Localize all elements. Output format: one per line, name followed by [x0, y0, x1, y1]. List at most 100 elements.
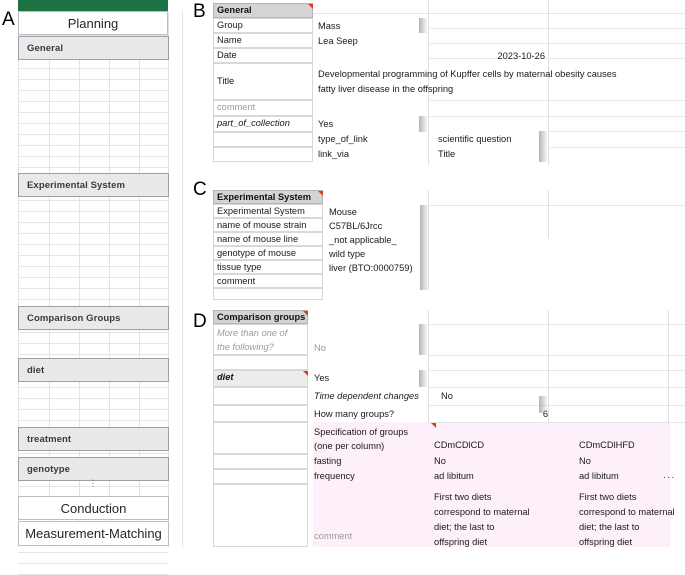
- field-label-more-than-one: More than one of the following?: [213, 324, 308, 355]
- sidebar-item-treatment[interactable]: treatment: [18, 427, 169, 451]
- grid-row-line: [18, 112, 168, 113]
- grid-row-line: [18, 68, 168, 69]
- section-header-comparison-groups[interactable]: Comparison groups: [213, 310, 308, 324]
- subfield-value[interactable]: Title: [435, 148, 575, 161]
- grid-row-line: [428, 355, 685, 356]
- grid-row-line: [18, 79, 168, 80]
- planning-workbook-panel: Planning General Experimental System Com…: [18, 0, 190, 575]
- field-label: comment: [213, 100, 313, 116]
- grid-row-line: [18, 211, 168, 212]
- grid-row-line: [428, 387, 685, 388]
- field-label: genotype of mouse: [213, 246, 323, 260]
- grid-row-line: [18, 123, 168, 124]
- column-overflow-shadow: [539, 131, 548, 162]
- grid-row-line: [18, 277, 168, 278]
- comment-label: comment: [314, 531, 353, 541]
- grid-row-line: [18, 552, 168, 553]
- comment-marker-icon: [308, 4, 313, 9]
- field-label: tissue type: [213, 260, 323, 274]
- grid-row-line: [18, 145, 168, 146]
- field-label-diet[interactable]: diet: [213, 370, 308, 387]
- grid-row-line: [18, 90, 168, 91]
- panel-d-letter: D: [193, 311, 207, 332]
- comment-marker-icon: [303, 311, 308, 316]
- group-column-name[interactable]: CDmCDlCD: [431, 439, 571, 452]
- comment-marker-icon: [318, 191, 323, 196]
- field-label: Date: [213, 48, 313, 63]
- subfield-label: fasting: [314, 456, 342, 466]
- subfield-value[interactable]: No: [438, 390, 518, 403]
- group-comment[interactable]: First two diets correspond to maternal d…: [431, 489, 571, 549]
- grid-row-line: [18, 134, 168, 135]
- field-label: name of mouse strain: [213, 218, 323, 232]
- grid-row-line: [18, 420, 168, 421]
- field-label: Experimental System: [213, 204, 323, 218]
- grid-row-line: [18, 299, 168, 300]
- more-columns-ellipsis-icon: ...: [663, 470, 676, 481]
- experimental-system-sheet: Experimental System Experimental System …: [213, 190, 685, 300]
- section-header-experimental-system[interactable]: Experimental System: [213, 190, 323, 204]
- field-value-more-than-one[interactable]: No: [311, 342, 411, 355]
- planning-title-tab[interactable]: Planning: [18, 11, 168, 35]
- field-label-empty: [213, 288, 323, 300]
- group-comment[interactable]: First two diets correspond to maternal d…: [576, 489, 685, 549]
- grid-row-line: [18, 332, 168, 333]
- grid-row-line: [313, 13, 685, 14]
- sidebar-item-comparison-groups[interactable]: Comparison Groups: [18, 306, 169, 330]
- grid-row-line: [428, 324, 685, 325]
- grid-column-line: [182, 11, 183, 547]
- grid-row-line: [18, 563, 168, 564]
- sidebar-item-measurement-matching[interactable]: Measurement-Matching: [18, 521, 169, 546]
- grid-row-line: [18, 387, 168, 388]
- sidebar-item-general[interactable]: General: [18, 36, 169, 60]
- subfield-label: frequency: [314, 471, 355, 481]
- field-value[interactable]: Lea Seep: [315, 35, 545, 48]
- grid-row-line: [18, 255, 168, 256]
- field-value[interactable]: 2023-10-26: [315, 50, 545, 63]
- field-label: comment: [213, 274, 323, 288]
- field-value-diet[interactable]: Yes: [311, 372, 411, 385]
- field-label: Title: [213, 63, 313, 100]
- sidebar-item-diet[interactable]: diet: [18, 358, 169, 382]
- grid-row-line: [18, 244, 168, 245]
- subfield-value[interactable]: 6: [438, 408, 548, 421]
- grid-row-line: [548, 131, 685, 132]
- field-value[interactable]: Yes: [315, 118, 545, 131]
- grid-column-line: [668, 310, 669, 425]
- field-value[interactable]: Mass: [315, 20, 545, 33]
- subfield-label: Time dependent changes: [314, 391, 419, 401]
- subfield-label: type_of_link: [318, 134, 368, 144]
- section-header-general[interactable]: General: [213, 3, 313, 18]
- subfield-value[interactable]: scientific question: [435, 133, 575, 146]
- sidebar-item-conduction[interactable]: Conduction: [18, 496, 169, 520]
- field-value[interactable]: Developmental programming of Kupffer cel…: [315, 66, 675, 96]
- grid-column-line: [548, 310, 549, 425]
- grid-row-line: [18, 101, 168, 102]
- grid-row-line: [18, 398, 168, 399]
- grid-row-line: [18, 167, 168, 168]
- field-label-empty: [213, 454, 308, 469]
- comment-marker-icon: [303, 371, 308, 376]
- group-value[interactable]: No: [431, 455, 571, 468]
- grid-row-line: [18, 222, 168, 223]
- column-overflow-shadow: [419, 370, 428, 387]
- group-column-name[interactable]: CDmCDlHFD: [576, 439, 685, 452]
- green-accent-bar: [18, 0, 168, 11]
- group-value[interactable]: No: [576, 455, 685, 468]
- comparison-groups-sheet: Comparison groups More than one of the f…: [213, 310, 685, 547]
- general-metadata-sheet: General Group Name Date Title comment pa…: [213, 0, 685, 165]
- grid-row-line: [18, 409, 168, 410]
- field-label-empty: [213, 422, 308, 454]
- comment-marker-icon: [431, 423, 436, 428]
- field-label-empty: [213, 132, 313, 147]
- column-overflow-shadow: [420, 205, 429, 290]
- sidebar-item-experimental-system[interactable]: Experimental System: [18, 173, 169, 197]
- column-overflow-shadow: [419, 18, 428, 33]
- grid-row-line: [18, 200, 168, 201]
- panel-b-letter: B: [193, 1, 206, 22]
- grid-row-line: [18, 453, 168, 454]
- group-value[interactable]: ad libitum: [431, 470, 571, 483]
- grid-row-line: [428, 370, 685, 371]
- spec-of-groups-label: Specification of groups (one per column): [314, 427, 409, 451]
- column-overflow-shadow: [419, 116, 428, 132]
